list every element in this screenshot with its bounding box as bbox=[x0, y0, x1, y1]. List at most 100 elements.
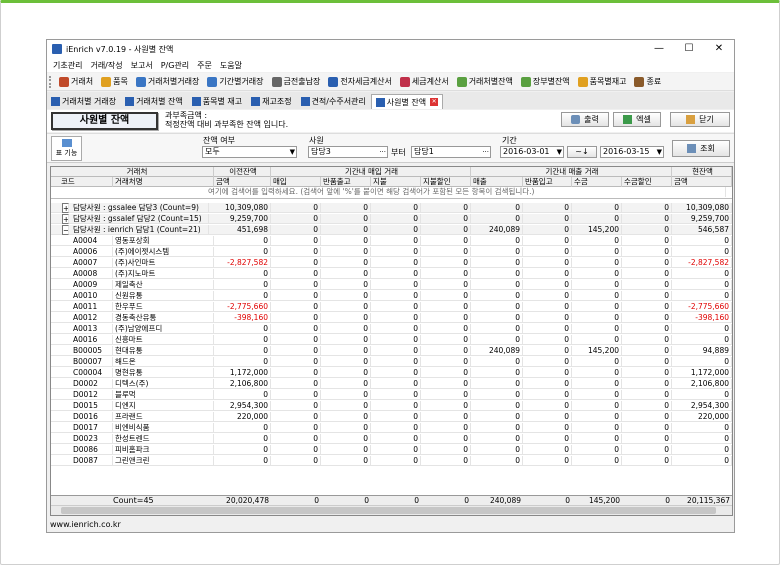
column-header[interactable]: 매입 bbox=[271, 177, 321, 187]
horizontal-scrollbar[interactable] bbox=[51, 505, 732, 515]
table-row[interactable]: A0006 (주)에이젯시스템 0 0 0 0 0 0 0 0 0 0 bbox=[51, 247, 732, 257]
date-range-button[interactable]: ~↓ bbox=[567, 146, 597, 158]
grid-group-header: 거래처 이전잔액 기간내 매입 거래 기간내 매출 거래 현잔액 bbox=[51, 167, 732, 177]
toolbar-button-4[interactable]: 금전출납장 bbox=[268, 74, 325, 90]
current-balance: 0 bbox=[672, 357, 732, 367]
table-row[interactable]: A0012 경동축산유통 -398,160 0 0 0 0 0 0 0 0 -398,160 bbox=[51, 313, 732, 323]
column-header[interactable]: 금액 bbox=[214, 177, 271, 187]
menu-basic[interactable]: 기초관리 bbox=[53, 60, 82, 71]
sale-amount: 0 bbox=[471, 357, 523, 367]
table-row[interactable]: A0013 (주)남양에프디 0 0 0 0 0 0 0 0 0 0 bbox=[51, 324, 732, 334]
column-header[interactable]: 지불 bbox=[371, 177, 421, 187]
toolbar-button-7[interactable]: 거래처별잔액 bbox=[453, 74, 517, 90]
toolbar-grip[interactable] bbox=[49, 75, 53, 88]
group-amount: 0 bbox=[321, 214, 371, 224]
expand-toggle-icon[interactable]: + bbox=[62, 203, 69, 213]
column-header[interactable]: 지불할인 bbox=[421, 177, 471, 187]
menu-order[interactable]: 주문 bbox=[197, 60, 212, 71]
maximize-button[interactable]: ☐ bbox=[675, 40, 703, 58]
calendar-dropdown-icon[interactable]: ▼ bbox=[657, 147, 662, 157]
table-row[interactable]: A0010 신원유통 0 0 0 0 0 0 0 0 0 0 bbox=[51, 291, 732, 301]
collect-amount: 0 bbox=[572, 423, 622, 433]
tab-close-icon[interactable]: ✕ bbox=[430, 98, 439, 106]
table-row[interactable]: B00007 해드온 0 0 0 0 0 0 0 0 0 0 bbox=[51, 357, 732, 367]
toolbar-button-0[interactable]: 거래처 bbox=[55, 74, 97, 90]
column-header[interactable]: 코드 bbox=[59, 177, 113, 187]
tab-2[interactable]: 품목별 재고 bbox=[188, 94, 246, 109]
table-row[interactable]: B00005 현대유통 0 0 0 0 0 240,089 0 145,200 0 94,889 bbox=[51, 346, 732, 356]
function-text: 기능 bbox=[64, 149, 78, 157]
buy-amount: 0 bbox=[371, 324, 421, 334]
group-row[interactable]: + 담당사원 : gssalef 담당2 (Count=15) 9,259,700 0… bbox=[51, 214, 732, 224]
table-row[interactable]: A0009 제일축산 0 0 0 0 0 0 0 0 0 0 bbox=[51, 280, 732, 290]
calendar-dropdown-icon[interactable]: ▼ bbox=[557, 147, 562, 157]
menu-report[interactable]: 보고서 bbox=[131, 60, 153, 71]
table-row[interactable]: D0087 그린앤크린 0 0 0 0 0 0 0 0 0 0 bbox=[51, 456, 732, 466]
toolbar-button-5[interactable]: 전자세금계산서 bbox=[324, 74, 396, 90]
column-header[interactable]: 반품입고 bbox=[523, 177, 572, 187]
search-button[interactable]: 조회 bbox=[672, 140, 730, 157]
tab-3[interactable]: 재고조정 bbox=[247, 94, 295, 109]
balance-select[interactable]: 모두 ▼ bbox=[202, 146, 297, 158]
employee-to-input[interactable]: 담당1 ··· bbox=[411, 146, 491, 158]
date-to-input[interactable]: 2016-03-15 ▼ bbox=[600, 146, 664, 158]
date-from-input[interactable]: 2016-03-01 ▼ bbox=[500, 146, 564, 158]
toolbar-button-1[interactable]: 품목 bbox=[97, 74, 132, 90]
close-button[interactable]: 닫기 bbox=[670, 112, 730, 127]
table-row[interactable]: D0017 비엔비식품 0 0 0 0 0 0 0 0 0 0 bbox=[51, 423, 732, 433]
tab-5[interactable]: 사원별 잔액 ✕ bbox=[370, 94, 444, 109]
column-header[interactable]: 수금 bbox=[572, 177, 622, 187]
toolbar-button-6[interactable]: 세금계산서 bbox=[396, 74, 453, 90]
employee-from-input[interactable]: 담당3 ··· bbox=[308, 146, 388, 158]
ellipsis-icon[interactable]: ··· bbox=[482, 147, 489, 157]
column-header[interactable]: 금액 bbox=[672, 177, 732, 187]
excel-button[interactable]: 엑셀 bbox=[613, 112, 661, 127]
expand-toggle-icon[interactable]: − bbox=[62, 225, 69, 235]
column-header[interactable]: 반품출고 bbox=[321, 177, 371, 187]
print-button[interactable]: 출력 bbox=[561, 112, 609, 127]
ellipsis-icon[interactable]: ··· bbox=[379, 147, 386, 157]
client-code: A0006 bbox=[71, 247, 113, 257]
group-row[interactable]: − 담당사원 : ienrich 담당1 (Count=21) 451,698 0 0 0… bbox=[51, 225, 732, 235]
function-button[interactable]: 표 기능 bbox=[51, 136, 82, 161]
table-row[interactable]: D0016 프라랜드 220,000 0 0 0 0 0 0 0 0 220,000 bbox=[51, 412, 732, 422]
toolbar-button-10[interactable]: 종료 bbox=[630, 74, 665, 90]
toolbar-button-9[interactable]: 품목별재고 bbox=[574, 74, 631, 90]
toolbar-button-8[interactable]: 장부별잔액 bbox=[517, 74, 574, 90]
table-row[interactable]: A0004 영동포상회 0 0 0 0 0 0 0 0 0 0 bbox=[51, 236, 732, 246]
column-header[interactable]: 매출 bbox=[471, 177, 523, 187]
table-row[interactable]: D0015 디엔지 2,954,300 0 0 0 0 0 0 0 0 2,954,300 bbox=[51, 401, 732, 411]
close-window-button[interactable]: ✕ bbox=[705, 40, 733, 58]
toolbar-button-3[interactable]: 기간별거래장 bbox=[203, 74, 267, 90]
buy-amount: 0 bbox=[421, 236, 471, 246]
window-tab-icon bbox=[125, 97, 135, 106]
menu-pg[interactable]: P/G관리 bbox=[161, 60, 189, 71]
toolbar-button-2[interactable]: 거래처별거래장 bbox=[132, 74, 204, 90]
minimize-button[interactable]: — bbox=[645, 40, 673, 58]
table-row[interactable]: A0007 (주)사인마트 -2,827,582 0 0 0 0 0 0 0 0 -2,827,582 bbox=[51, 258, 732, 268]
table-row[interactable]: D0086 피비홈파크 0 0 0 0 0 0 0 0 0 0 bbox=[51, 445, 732, 455]
buy-amount: 0 bbox=[371, 456, 421, 466]
table-row[interactable]: D0023 한성트렌드 0 0 0 0 0 0 0 0 0 0 bbox=[51, 434, 732, 444]
column-header[interactable]: 수금할인 bbox=[622, 177, 672, 187]
tab-0[interactable]: 거래처별 거래장 bbox=[47, 94, 120, 109]
client-name: 프라랜드 bbox=[113, 412, 214, 422]
table-row[interactable]: D0002 디텍스(주) 2,106,800 0 0 0 0 0 0 0 0 2,106,800 bbox=[51, 379, 732, 389]
client-name: 블루먹 bbox=[113, 390, 214, 400]
column-header[interactable]: 거래처명 bbox=[113, 177, 214, 187]
prev-balance: 0 bbox=[214, 434, 271, 444]
tab-1[interactable]: 거래처별 잔액 bbox=[121, 94, 187, 109]
data-grid[interactable]: 거래처 이전잔액 기간내 매입 거래 기간내 매출 거래 현잔액 코드 거래처명 금액 매입 반품… bbox=[50, 166, 733, 516]
table-row[interactable]: A0016 신흥마트 0 0 0 0 0 0 0 0 0 0 bbox=[51, 335, 732, 345]
table-row[interactable]: C00004 명현유통 1,172,000 0 0 0 0 0 0 0 0 1,172,000 bbox=[51, 368, 732, 378]
expand-toggle-icon[interactable]: + bbox=[62, 214, 69, 224]
group-row[interactable]: + 담당사원 : gssalee 담당3 (Count=9) 10,309,080 0… bbox=[51, 203, 732, 213]
table-row[interactable]: A0011 한우푸드 -2,775,660 0 0 0 0 0 0 0 0 -2,775,660 bbox=[51, 302, 732, 312]
table-row[interactable]: D0012 블루먹 0 0 0 0 0 0 0 0 0 0 bbox=[51, 390, 732, 400]
grid-filter-row[interactable]: 여기에 검색어를 입력하세요. (검색어 앞에 '%'를 붙이면 해당 검색어가… bbox=[51, 187, 732, 199]
scroll-thumb[interactable] bbox=[61, 507, 716, 514]
menu-trade[interactable]: 거래/작성 bbox=[90, 60, 122, 71]
table-row[interactable]: A0008 (주)지노마트 0 0 0 0 0 0 0 0 0 0 bbox=[51, 269, 732, 279]
menu-help[interactable]: 도움말 bbox=[220, 60, 242, 71]
tab-4[interactable]: 견적/수주서관리 bbox=[297, 94, 370, 109]
